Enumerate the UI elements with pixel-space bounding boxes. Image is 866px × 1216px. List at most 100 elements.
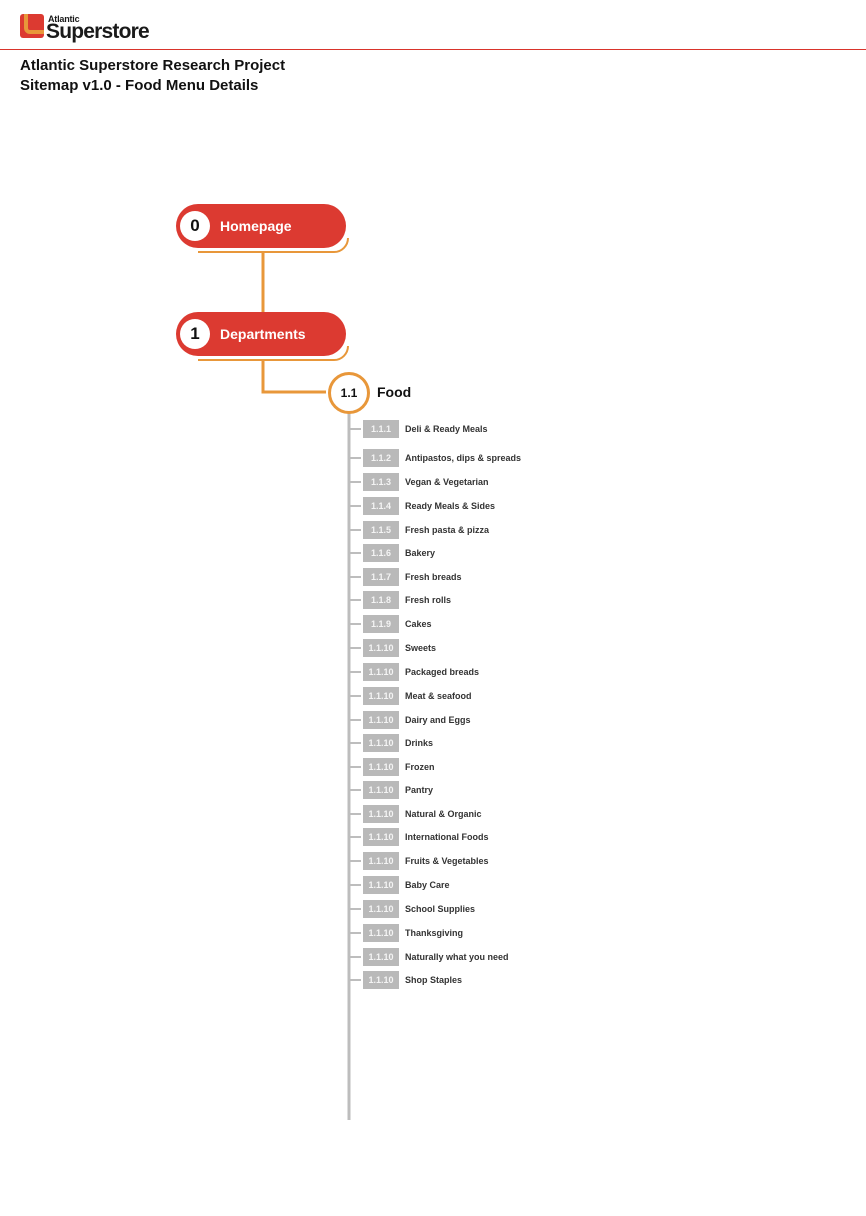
item-label: Natural & Organic [405,809,482,819]
item-label: School Supplies [405,904,476,914]
node-departments[interactable]: 1 Departments [176,312,346,356]
item-code-badge: 1.1.10 [363,876,399,894]
item-code-badge: 1.1.10 [363,852,399,870]
item-label: Fresh breads [405,572,462,582]
item-connector [350,813,361,815]
item-connector [350,836,361,838]
item-code-badge: 1.1.9 [363,615,399,633]
item-connector [350,884,361,886]
item-code-badge: 1.1.10 [363,828,399,846]
item-connector [350,599,361,601]
item-label: Pantry [405,785,434,795]
item-connector [350,932,361,934]
item-connector [350,552,361,554]
item-code-badge: 1.1.10 [363,758,399,776]
item-code-badge: 1.1.3 [363,473,399,491]
item-connector [350,956,361,958]
item-code-badge: 1.1.10 [363,781,399,799]
item-code-badge: 1.1.8 [363,591,399,609]
item-label: Deli & Ready Meals [405,424,488,434]
item-connector [350,457,361,459]
list-item[interactable]: 1.1.4 Ready Meals & Sides [350,497,495,515]
item-label: Fresh rolls [405,595,452,605]
node-homepage-number: 0 [180,211,210,241]
list-item[interactable]: 1.1.10 Packaged breads [350,663,479,681]
list-item[interactable]: 1.1.10 Frozen [350,758,435,776]
item-code-badge: 1.1.10 [363,924,399,942]
item-code-badge: 1.1.6 [363,544,399,562]
list-item[interactable]: 1.1.10 Dairy and Eggs [350,711,471,729]
item-connector [350,742,361,744]
item-connector [350,671,361,673]
item-label: Fresh pasta & pizza [405,525,490,535]
item-connector [350,695,361,697]
item-label: Fruits & Vegetables [405,856,489,866]
list-item[interactable]: 1.1.9 Cakes [350,615,432,633]
node-homepage[interactable]: 0 Homepage [176,204,346,248]
node-departments-number: 1 [180,319,210,349]
list-item[interactable]: 1.1.3 Vegan & Vegetarian [350,473,489,491]
item-code-badge: 1.1.4 [363,497,399,515]
list-item[interactable]: 1.1.10 Natural & Organic [350,805,482,823]
list-item[interactable]: 1.1.2 Antipastos, dips & spreads [350,449,521,467]
list-item[interactable]: 1.1.10 Fruits & Vegetables [350,852,489,870]
item-label: Dairy and Eggs [405,715,471,725]
item-connector [350,789,361,791]
node-food-label: Food [377,384,412,400]
list-item[interactable]: 1.1.10 Shop Staples [350,971,462,989]
item-label: Meat & seafood [405,691,472,701]
item-code-badge: 1.1.2 [363,449,399,467]
node-homepage-label: Homepage [220,218,292,234]
list-item[interactable]: 1.1.1 Deli & Ready Meals [350,420,488,438]
item-label: Antipastos, dips & spreads [405,453,522,463]
list-item[interactable]: 1.1.10 Meat & seafood [350,687,472,705]
item-label: Packaged breads [405,667,480,677]
item-connector [350,505,361,507]
node-departments-label: Departments [220,326,306,342]
list-item[interactable]: 1.1.8 Fresh rolls [350,591,451,609]
item-label: Vegan & Vegetarian [405,477,489,487]
list-item[interactable]: 1.1.10 Baby Care [350,876,450,894]
item-code-badge: 1.1.10 [363,711,399,729]
item-connector [350,623,361,625]
item-code-badge: 1.1.10 [363,805,399,823]
item-connector [350,529,361,531]
node-food-circle[interactable]: 1.1 [328,372,370,414]
item-code-badge: 1.1.10 [363,971,399,989]
item-label: Baby Care [405,880,450,890]
list-item[interactable]: 1.1.10 Thanksgiving [350,924,463,942]
item-connector [350,719,361,721]
list-item[interactable]: 1.1.10 International Foods [350,828,489,846]
item-connector [350,647,361,649]
item-code-badge: 1.1.7 [363,568,399,586]
item-label: Cakes [405,619,432,629]
list-item[interactable]: 1.1.6 Bakery [350,544,435,562]
item-label: Bakery [405,548,436,558]
item-label: Shop Staples [405,975,463,985]
list-item[interactable]: 1.1.10 Sweets [350,639,436,657]
item-connector [350,428,361,430]
list-item[interactable]: 1.1.10 Pantry [350,781,433,799]
item-label: International Foods [405,832,489,842]
item-code-badge: 1.1.10 [363,948,399,966]
item-code-badge: 1.1.10 [363,900,399,918]
item-code-badge: 1.1.10 [363,734,399,752]
item-label: Sweets [405,643,437,653]
list-item[interactable]: 1.1.10 School Supplies [350,900,475,918]
list-item[interactable]: 1.1.7 Fresh breads [350,568,462,586]
item-code-badge: 1.1.10 [363,639,399,657]
item-code-badge: 1.1.5 [363,521,399,539]
item-label: Thanksgiving [405,928,464,938]
item-connector [350,979,361,981]
list-item[interactable]: 1.1.10 Drinks [350,734,433,752]
item-label: Naturally what you need [405,952,509,962]
item-label: Ready Meals & Sides [405,501,496,511]
item-connector [350,481,361,483]
item-connector [350,766,361,768]
item-label: Drinks [405,738,434,748]
item-connector [350,860,361,862]
list-item[interactable]: 1.1.10 Naturally what you need [350,948,509,966]
item-connector [350,908,361,910]
item-code-badge: 1.1.10 [363,687,399,705]
list-item[interactable]: 1.1.5 Fresh pasta & pizza [350,521,489,539]
